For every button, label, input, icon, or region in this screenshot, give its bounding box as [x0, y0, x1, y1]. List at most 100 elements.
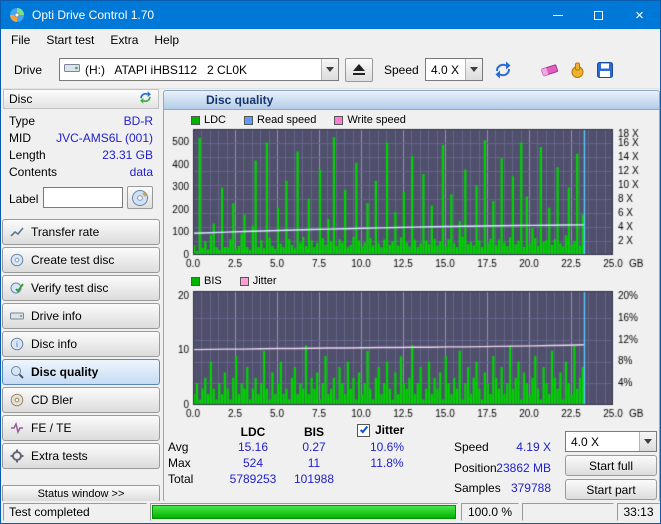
app-icon [9, 7, 25, 23]
eraser-icon [540, 64, 558, 77]
sidebar-button-label: CD Bler [31, 393, 74, 407]
refresh-speeds-button[interactable] [491, 58, 515, 82]
hand-icon [571, 62, 583, 78]
progress-percent: 100.0 % [461, 503, 519, 521]
contents-value: data [129, 165, 153, 179]
sidebar-button-create-test-disc[interactable]: Create test disc [2, 247, 160, 273]
menu-help[interactable]: Help [146, 31, 187, 49]
top-chart-legend: LDC Read speed Write speed [191, 114, 406, 126]
sidebar-button-transfer-rate[interactable]: Transfer rate [2, 219, 160, 245]
speed-label: Speed [384, 63, 419, 77]
window-title: Opti Drive Control 1.70 [32, 8, 155, 22]
speed-stat-value: 4.19 X [516, 440, 551, 454]
close-button[interactable]: × [619, 1, 660, 29]
sidebar-button-extra-tests[interactable]: Extra tests [2, 443, 160, 469]
drive-icon [64, 62, 80, 77]
cd-bler-icon [10, 393, 24, 407]
fe-te-icon [11, 422, 23, 434]
legend-read-speed: Read speed [244, 114, 316, 126]
start-full-button[interactable]: Start full [565, 455, 657, 476]
bis-swatch-icon [191, 276, 200, 286]
jitter-checkbox[interactable] [357, 424, 370, 437]
legend-bis: BIS [191, 275, 222, 287]
eject-icon [353, 64, 365, 75]
disc-quality-panel: Disc quality LDC Read speed Write speed … [161, 89, 660, 503]
read-speed-swatch-icon [244, 115, 254, 125]
jitter-checkbox-row: Jitter [357, 423, 404, 438]
verify-disc-icon [10, 282, 24, 294]
speed-select-arrow[interactable] [465, 59, 482, 80]
sidebar-button-label: FE / TE [31, 421, 72, 435]
erase-disc-button[interactable] [537, 58, 561, 82]
refresh-icon [495, 61, 511, 79]
speed-select[interactable]: 4.0 X [425, 58, 483, 81]
sidebar: Disc Type BD-R MID JVC-AMS6L (001) Lengt… [1, 89, 161, 503]
statusbar-spacer [522, 503, 614, 521]
sidebar-button-label: Extra tests [31, 449, 88, 463]
sidebar-button-verify-test-disc[interactable]: Verify test disc [2, 275, 160, 301]
disc-section-header: Disc [3, 89, 159, 109]
disc-refresh-button[interactable] [138, 91, 153, 107]
legend-write-speed: Write speed [334, 114, 406, 126]
sidebar-button-disc-info[interactable]: i Disc info [2, 331, 160, 357]
status-text: Test completed [9, 505, 90, 519]
drive-select-arrow[interactable] [321, 59, 338, 80]
toolbar: Drive (H:) ATAPI iHBS112 2 CL0K Speed 4.… [1, 50, 660, 89]
minimize-icon [552, 14, 563, 16]
progress-bar [150, 503, 458, 521]
disc-info-icon: i [10, 337, 24, 351]
disc-section-title: Disc [9, 92, 33, 106]
progress-percent-text: 100.0 % [467, 505, 513, 519]
transfer-rate-icon [10, 227, 24, 237]
menu-start-test[interactable]: Start test [38, 31, 102, 49]
write-label-button[interactable] [127, 186, 153, 209]
sidebar-button-disc-quality[interactable]: Disc quality [2, 359, 160, 385]
hand-tool-button[interactable] [565, 58, 589, 82]
sidebar-button-label: Disc info [31, 337, 78, 351]
elapsed-time: 33:13 [617, 503, 660, 521]
drive-select[interactable]: (H:) ATAPI iHBS112 2 CL0K [59, 58, 339, 81]
check-icon [359, 424, 369, 434]
menu-extra[interactable]: Extra [102, 31, 146, 49]
jitter-swatch-icon [239, 276, 249, 286]
speed-select-value: 4.0 X [431, 62, 460, 77]
legend-label: LDC [204, 114, 227, 126]
eject-button[interactable] [345, 58, 373, 82]
column-header-jitter: Jitter [375, 423, 405, 437]
sidebar-button-fe-te[interactable]: FE / TE [2, 415, 160, 441]
start-full-label: Start full [588, 458, 633, 473]
save-button[interactable] [593, 58, 617, 82]
menu-file[interactable]: File [3, 31, 38, 49]
write-speed-swatch-icon [334, 115, 344, 125]
max-ldc-value: 524 [242, 456, 264, 470]
minimize-button[interactable] [537, 1, 578, 29]
sidebar-button-label: Disc quality [31, 365, 99, 379]
progress-fill [152, 505, 456, 519]
panel-title: Disc quality [164, 91, 659, 110]
sidebar-button-drive-info[interactable]: Drive info [2, 303, 160, 329]
max-jitter-value: 11.8% [370, 456, 404, 470]
total-ldc-value: 5789253 [229, 472, 277, 486]
menubar: File Start test Extra Help [1, 29, 660, 50]
info-row-length: Length 23.31 GB [9, 148, 155, 163]
gear-icon [10, 449, 24, 463]
test-speed-select-arrow[interactable] [639, 432, 656, 451]
mid-label: MID [9, 131, 31, 145]
type-label: Type [9, 114, 36, 128]
avg-ldc-value: 15.16 [237, 440, 269, 454]
label-input[interactable] [43, 187, 123, 208]
length-value: 23.31 GB [102, 148, 153, 162]
disc-quality-icon [11, 366, 24, 379]
legend-label: Read speed [257, 114, 317, 126]
sidebar-button-cd-bler[interactable]: CD Bler [2, 387, 160, 413]
status-window-button[interactable]: Status window >> [2, 485, 160, 502]
legend-label: Jitter [252, 275, 277, 287]
row-label-total: Total [168, 472, 194, 486]
contents-label: Contents [9, 165, 58, 179]
maximize-button[interactable] [578, 1, 619, 29]
legend-ldc: LDC [191, 114, 226, 126]
start-part-button[interactable]: Start part [565, 479, 657, 500]
avg-bis-value: 0.27 [302, 440, 326, 454]
test-speed-select[interactable]: 4.0 X [565, 431, 657, 452]
avg-jitter-value: 10.6% [369, 440, 405, 454]
